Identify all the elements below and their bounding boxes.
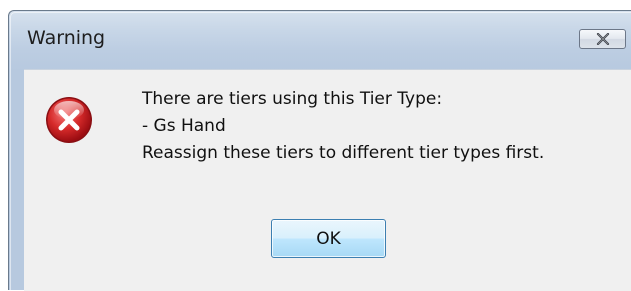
dialog-content: There are tiers using this Tier Type: - …	[24, 69, 631, 291]
dialog-message: There are tiers using this Tier Type: - …	[142, 86, 631, 167]
ok-button[interactable]: OK	[271, 219, 386, 258]
error-icon	[44, 95, 94, 145]
warning-dialog: Warning There are tiers using this Tier …	[8, 10, 631, 291]
close-button[interactable]	[579, 29, 626, 49]
close-icon	[596, 33, 610, 45]
message-line: There are tiers using this Tier Type:	[142, 89, 443, 109]
dialog-title: Warning	[27, 27, 106, 49]
message-line: Reassign these tiers to different tier t…	[142, 143, 545, 163]
message-line: - Gs Hand	[142, 116, 226, 136]
